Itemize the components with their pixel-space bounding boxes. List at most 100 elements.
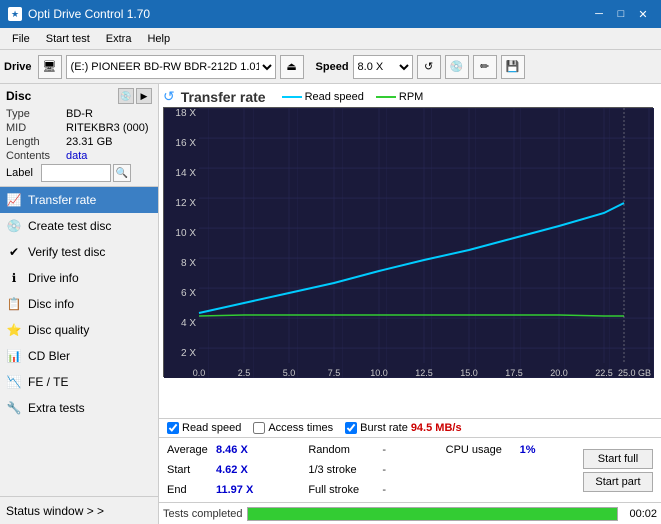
start-label: Start — [167, 464, 212, 476]
main-area: Disc 💿 ▶ Type BD-R MID RITEKBR3 (000) Le… — [0, 84, 661, 524]
read-speed-cb-item: Read speed — [167, 422, 241, 434]
data-rows: Average 8.46 X Start 4.62 X End 11.97 X … — [159, 437, 661, 502]
extra-tests-icon: 🔧 — [6, 400, 22, 416]
full-stroke-row: Full stroke - — [304, 480, 441, 500]
progress-time: 00:02 — [622, 508, 657, 520]
end-row: End 11.97 X — [167, 480, 304, 500]
random-value: - — [382, 444, 386, 456]
svg-text:16 X: 16 X — [175, 138, 196, 149]
nav-extra-tests-label: Extra tests — [28, 401, 85, 415]
disc-button[interactable]: 💿 — [445, 55, 469, 79]
nav-fe-te[interactable]: 📉 FE / TE — [0, 369, 158, 395]
drive-icon-btn[interactable]: 🖥 — [38, 55, 62, 79]
svg-text:2 X: 2 X — [181, 348, 196, 359]
nav-verify-test-disc-label: Verify test disc — [28, 245, 105, 259]
menu-help[interactable]: Help — [139, 31, 178, 47]
legend-read-speed: Read speed — [282, 91, 364, 103]
burst-rate-checkbox[interactable] — [345, 422, 357, 434]
data-col-left: Average 8.46 X Start 4.62 X End 11.97 X — [167, 440, 304, 500]
access-times-cb-label: Access times — [268, 422, 333, 434]
svg-text:4 X: 4 X — [181, 318, 196, 329]
write-button[interactable]: ✏ — [473, 55, 497, 79]
create-test-disc-icon: 💿 — [6, 218, 22, 234]
start-full-button[interactable]: Start full — [583, 449, 653, 469]
svg-text:20.0: 20.0 — [550, 368, 568, 378]
menu-extra[interactable]: Extra — [98, 31, 140, 47]
burst-rate-cb-item: Burst rate 94.5 MB/s — [345, 422, 461, 434]
progress-label: Tests completed — [163, 508, 243, 520]
disc-length-value: 23.31 GB — [66, 136, 112, 148]
nav-transfer-rate-label: Transfer rate — [28, 193, 96, 207]
toolbar: Drive 🖥 (E:) PIONEER BD-RW BDR-212D 1.01… — [0, 50, 661, 84]
start-part-button[interactable]: Start part — [583, 472, 653, 492]
disc-label-row: Label 🔍 — [6, 164, 152, 182]
eject-button[interactable]: ⏏ — [280, 55, 304, 79]
disc-mid-label: MID — [6, 122, 66, 134]
close-button[interactable]: ✕ — [633, 6, 653, 22]
stroke-row: 1/3 stroke - — [304, 460, 441, 480]
nav-extra-tests[interactable]: 🔧 Extra tests — [0, 395, 158, 421]
avg-row: Average 8.46 X — [167, 440, 304, 460]
nav-items: 📈 Transfer rate 💿 Create test disc ✔ Ver… — [0, 187, 158, 496]
access-times-checkbox[interactable] — [253, 422, 265, 434]
nav-disc-quality[interactable]: ⭐ Disc quality — [0, 317, 158, 343]
disc-label-btn[interactable]: 🔍 — [113, 164, 131, 182]
refresh-button[interactable]: ↺ — [417, 55, 441, 79]
read-speed-cb-label: Read speed — [182, 422, 241, 434]
svg-text:14 X: 14 X — [175, 168, 196, 179]
full-value: - — [382, 484, 386, 496]
disc-contents-row: Contents data — [6, 150, 152, 162]
end-value: 11.97 X — [216, 484, 253, 496]
disc-type-value: BD-R — [66, 108, 93, 120]
avg-value: 8.46 X — [216, 444, 248, 456]
minimize-button[interactable]: ─ — [589, 6, 609, 22]
disc-icon2[interactable]: ▶ — [136, 88, 152, 104]
nav-disc-info[interactable]: 📋 Disc info — [0, 291, 158, 317]
save-button[interactable]: 💾 — [501, 55, 525, 79]
progress-bar-outer — [247, 507, 618, 521]
svg-text:5.0: 5.0 — [283, 368, 296, 378]
nav-transfer-rate[interactable]: 📈 Transfer rate — [0, 187, 158, 213]
legend-rpm-color — [376, 96, 396, 98]
status-window[interactable]: Status window > > — [0, 496, 158, 524]
chart-refresh-icon: ↺ — [163, 88, 175, 105]
nav-fe-te-label: FE / TE — [28, 375, 68, 389]
disc-label-input[interactable] — [41, 164, 111, 182]
fe-te-icon: 📉 — [6, 374, 22, 390]
drive-select[interactable]: (E:) PIONEER BD-RW BDR-212D 1.01 — [66, 55, 276, 79]
nav-create-test-disc[interactable]: 💿 Create test disc — [0, 213, 158, 239]
speed-select[interactable]: Max2.0 X4.0 X6.0 X8.0 X10.0 X12.0 X — [353, 55, 413, 79]
app-title: Opti Drive Control 1.70 — [28, 7, 150, 21]
svg-text:6 X: 6 X — [181, 288, 196, 299]
btn-col: Start full Start part — [579, 440, 653, 500]
disc-length-label: Length — [6, 136, 66, 148]
stats-bar: Read speed Access times Burst rate 94.5 … — [159, 418, 661, 437]
disc-type-label: Type — [6, 108, 66, 120]
progress-bar-inner — [248, 508, 617, 520]
read-speed-checkbox[interactable] — [167, 422, 179, 434]
legend-read-label: Read speed — [305, 91, 364, 103]
full-label: Full stroke — [308, 484, 378, 496]
app-icon: ★ — [8, 7, 22, 21]
verify-test-disc-icon: ✔ — [6, 244, 22, 260]
cpu-row: CPU usage 1% — [442, 440, 579, 460]
nav-verify-test-disc[interactable]: ✔ Verify test disc — [0, 239, 158, 265]
nav-drive-info[interactable]: ℹ Drive info — [0, 265, 158, 291]
disc-icon1[interactable]: 💿 — [118, 88, 134, 104]
legend-rpm-label: RPM — [399, 91, 423, 103]
chart-title: Transfer rate — [181, 89, 266, 105]
menu-file[interactable]: File — [4, 31, 38, 47]
svg-text:2.5: 2.5 — [238, 368, 251, 378]
legend-rpm: RPM — [376, 91, 423, 103]
disc-mid-value: RITEKBR3 (000) — [66, 122, 149, 134]
disc-quality-icon: ⭐ — [6, 322, 22, 338]
disc-info-icon: 📋 — [6, 296, 22, 312]
left-panel: Disc 💿 ▶ Type BD-R MID RITEKBR3 (000) Le… — [0, 84, 159, 524]
nav-cd-bler[interactable]: 📊 CD Bler — [0, 343, 158, 369]
menu-start-test[interactable]: Start test — [38, 31, 98, 47]
speed-label: Speed — [316, 61, 349, 73]
drive-info-icon: ℹ — [6, 270, 22, 286]
svg-text:25.0 GB: 25.0 GB — [618, 368, 651, 378]
maximize-button[interactable]: □ — [611, 6, 631, 22]
menu-bar: File Start test Extra Help — [0, 28, 661, 50]
